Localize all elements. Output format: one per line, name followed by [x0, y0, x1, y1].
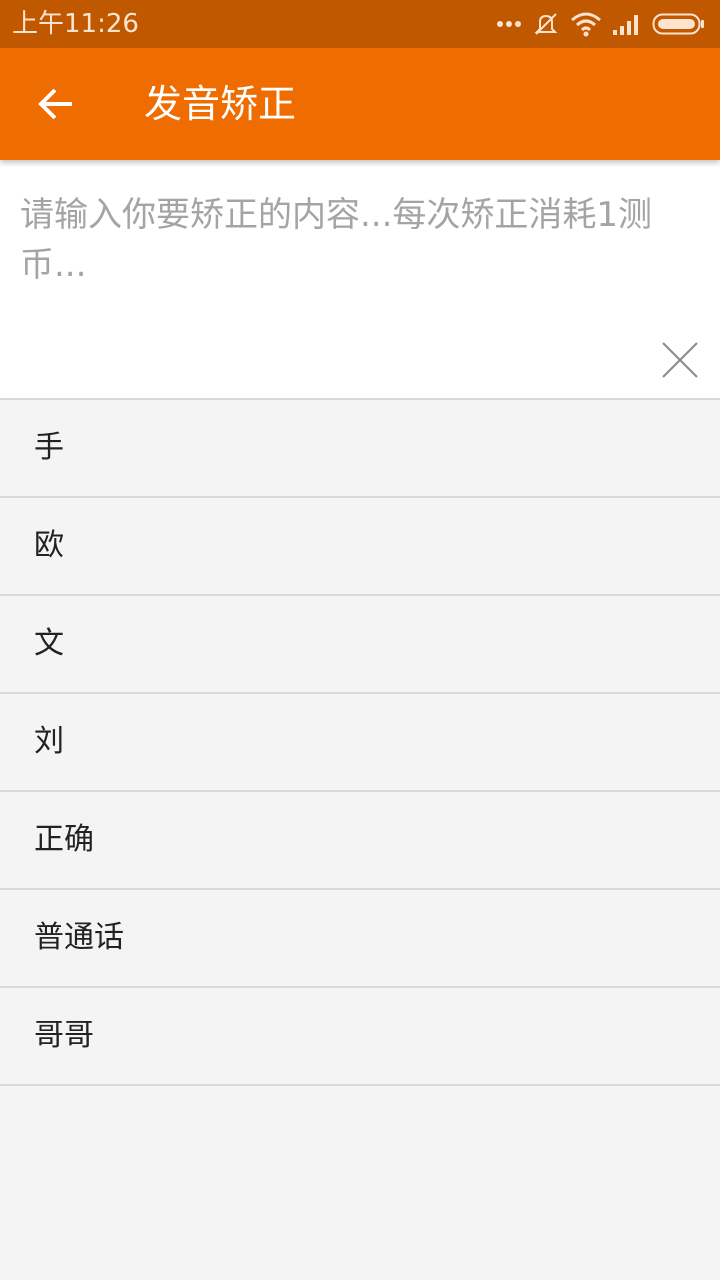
battery-icon — [652, 13, 704, 35]
status-time: 上午11:26 — [12, 9, 139, 39]
list-item[interactable]: 正确 — [0, 792, 720, 890]
back-button[interactable] — [22, 72, 90, 136]
list-item[interactable]: 哥哥 — [0, 988, 720, 1086]
list-item-label: 普通话 — [34, 920, 124, 955]
page-title: 发音矫正 — [144, 82, 297, 126]
more-dots-icon — [497, 21, 521, 27]
list-item-label: 手 — [34, 430, 64, 465]
history-list: 手 欧 文 刘 正确 普通话 哥哥 — [0, 400, 720, 1086]
list-item[interactable]: 刘 — [0, 694, 720, 792]
list-item[interactable]: 手 — [0, 400, 720, 498]
arrow-left-icon — [38, 88, 72, 120]
status-icons — [486, 8, 706, 40]
list-item-label: 哥哥 — [34, 1018, 94, 1053]
list-item-label: 正确 — [34, 822, 94, 857]
wifi-icon — [571, 12, 601, 37]
list-item[interactable]: 文 — [0, 596, 720, 694]
mute-icon — [534, 13, 558, 35]
status-bar: 上午11:26 — [0, 0, 720, 48]
list-item-label: 文 — [34, 626, 64, 661]
app-bar: 发音矫正 — [0, 48, 720, 160]
list-item-label: 刘 — [34, 724, 64, 759]
signal-icon — [613, 15, 638, 35]
list-item[interactable]: 欧 — [0, 498, 720, 596]
list-item-label: 欧 — [34, 528, 64, 563]
list-item[interactable]: 普通话 — [0, 890, 720, 988]
close-icon — [662, 342, 698, 378]
content-input[interactable]: 请输入你要矫正的内容...每次矫正消耗1测币... — [20, 190, 696, 290]
clear-button[interactable] — [656, 336, 704, 384]
